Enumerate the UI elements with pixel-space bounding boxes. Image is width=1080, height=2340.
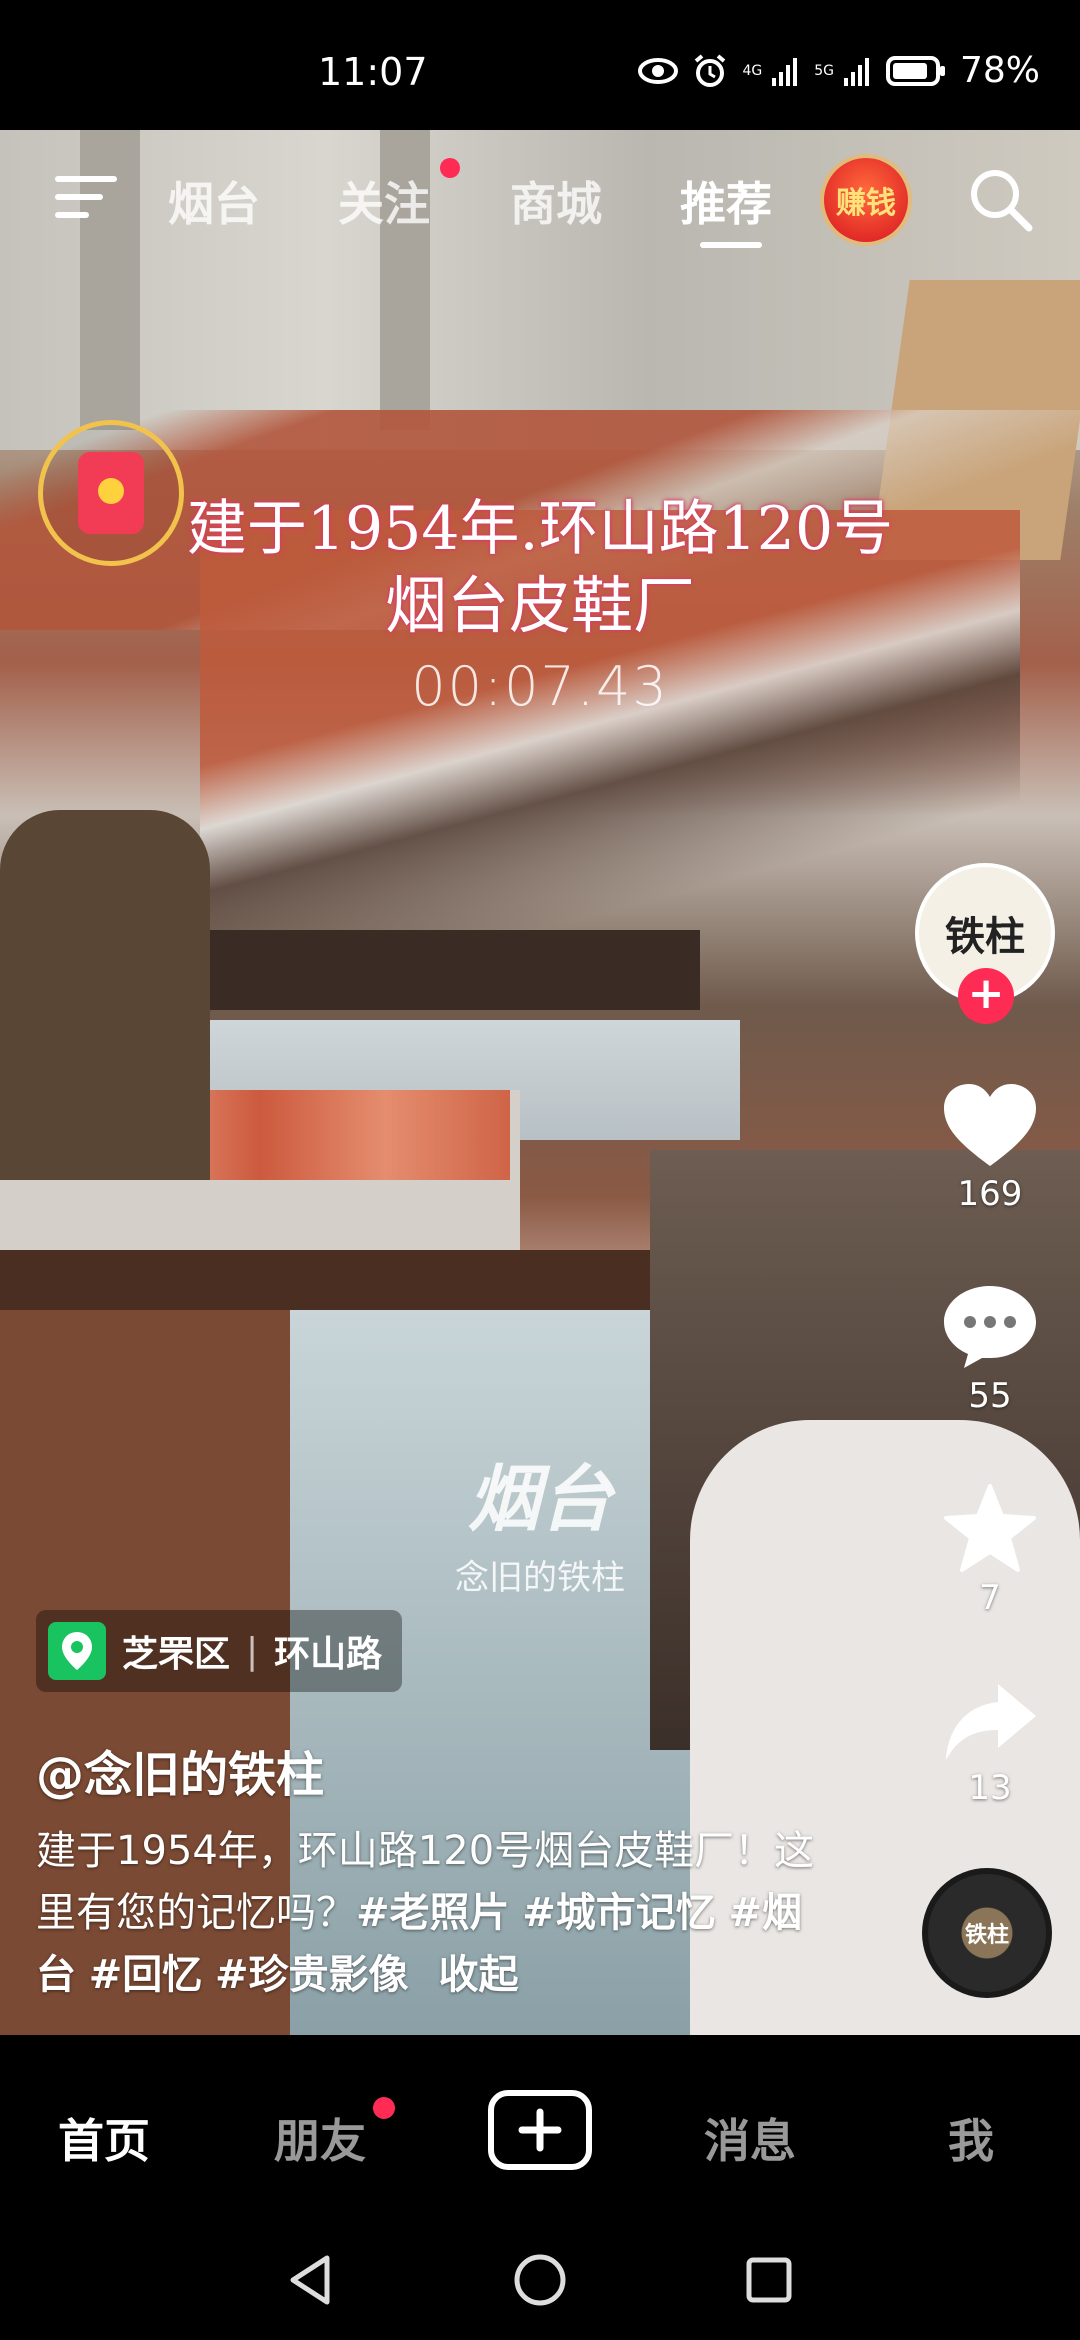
signal-2-icon [843,57,869,86]
hashtag[interactable]: #老照片 [356,1890,510,1936]
tab-following[interactable]: 关注 [338,168,430,234]
system-nav-bar [0,2220,1080,2340]
hashtag[interactable]: #回忆 [89,1952,203,1998]
music-disc-text: 铁柱 [964,1923,1009,1948]
share-icon [946,1684,1036,1760]
back-icon[interactable] [285,2252,335,2308]
hashtag[interactable]: #城市记忆 [522,1890,716,1936]
author-name[interactable]: @念旧的铁柱 [36,1735,324,1805]
watermark-logo: 烟台 [467,1456,612,1541]
bottom-nav: 首页 朋友 消息 我 [0,2035,1080,2220]
battery-icon [885,55,945,86]
signal-1-icon [772,57,798,86]
nav-me[interactable]: 我 [948,2105,994,2171]
eye-icon [638,57,679,84]
nav-friends[interactable]: 朋友 [274,2105,366,2171]
favorite-button[interactable]: 7 [915,1482,1065,1618]
like-count: 169 [957,1174,1023,1214]
share-count: 13 [968,1768,1012,1808]
collapse-button[interactable]: 收起 [438,1952,518,1998]
favorite-count: 7 [979,1578,1001,1618]
nav-messages[interactable]: 消息 [704,2105,796,2171]
recents-icon[interactable] [744,2252,794,2308]
home-icon[interactable] [512,2252,568,2308]
like-button[interactable]: 169 [915,1080,1065,1214]
heart-icon [944,1084,1036,1166]
tab-recommend[interactable]: 推荐 [680,168,772,234]
status-bar: 11:07 4G 5G 78% [0,0,1080,130]
nav-home[interactable]: 首页 [58,2105,150,2171]
tab-mall[interactable]: 商城 [510,168,602,234]
signal-1-label: 4G [742,62,763,79]
location-separator: | [246,1630,259,1672]
status-time: 11:07 [318,50,428,94]
following-notification-dot [440,158,460,178]
comment-count: 55 [968,1376,1012,1416]
music-disc[interactable]: 铁柱 [922,1868,1052,1998]
watermark-text: 念旧的铁柱 [455,1558,625,1598]
friends-notification-dot [373,2097,395,2119]
battery-percent: 78% [959,50,1040,91]
location-district: 芝罘区 [122,1634,231,1675]
star-icon [944,1484,1036,1572]
location-chip[interactable]: 芝罘区 | 环山路 [36,1610,403,1692]
video-caption-line1: 建于1954年.环山路120号 [186,494,894,564]
video-timecode: 00:07.43 [411,655,669,718]
plus-icon [518,2108,562,2152]
comment-icon [944,1286,1036,1368]
status-icons: 4G 5G 78% [638,50,1040,91]
location-road: 环山路 [274,1634,383,1675]
earn-money-button[interactable]: 赚钱 [824,158,908,242]
location-pin-icon [48,1622,106,1680]
search-icon[interactable] [965,164,1035,234]
signal-2-label: 5G [814,62,834,79]
active-tab-indicator [700,242,762,248]
avatar-text: 铁柱 [945,914,1025,960]
comment-button[interactable]: 55 [915,1280,1065,1416]
share-button[interactable]: 13 [915,1680,1065,1808]
alarm-icon [695,53,726,87]
post-description: 建于1954年，环山路120号烟台皮鞋厂！这里有您的记忆吗？#老照片 #城市记忆… [36,1820,836,2006]
create-button[interactable] [488,2090,592,2170]
tab-yantai[interactable]: 烟台 [168,168,260,234]
video-caption-line2: 烟台皮鞋厂 [384,569,695,642]
follow-button[interactable]: + [958,968,1014,1024]
top-nav: 烟台 关注 商城 推荐 赚钱 [0,130,1080,260]
menu-icon[interactable] [55,172,117,222]
hashtag[interactable]: #珍贵影像 [215,1952,409,1998]
